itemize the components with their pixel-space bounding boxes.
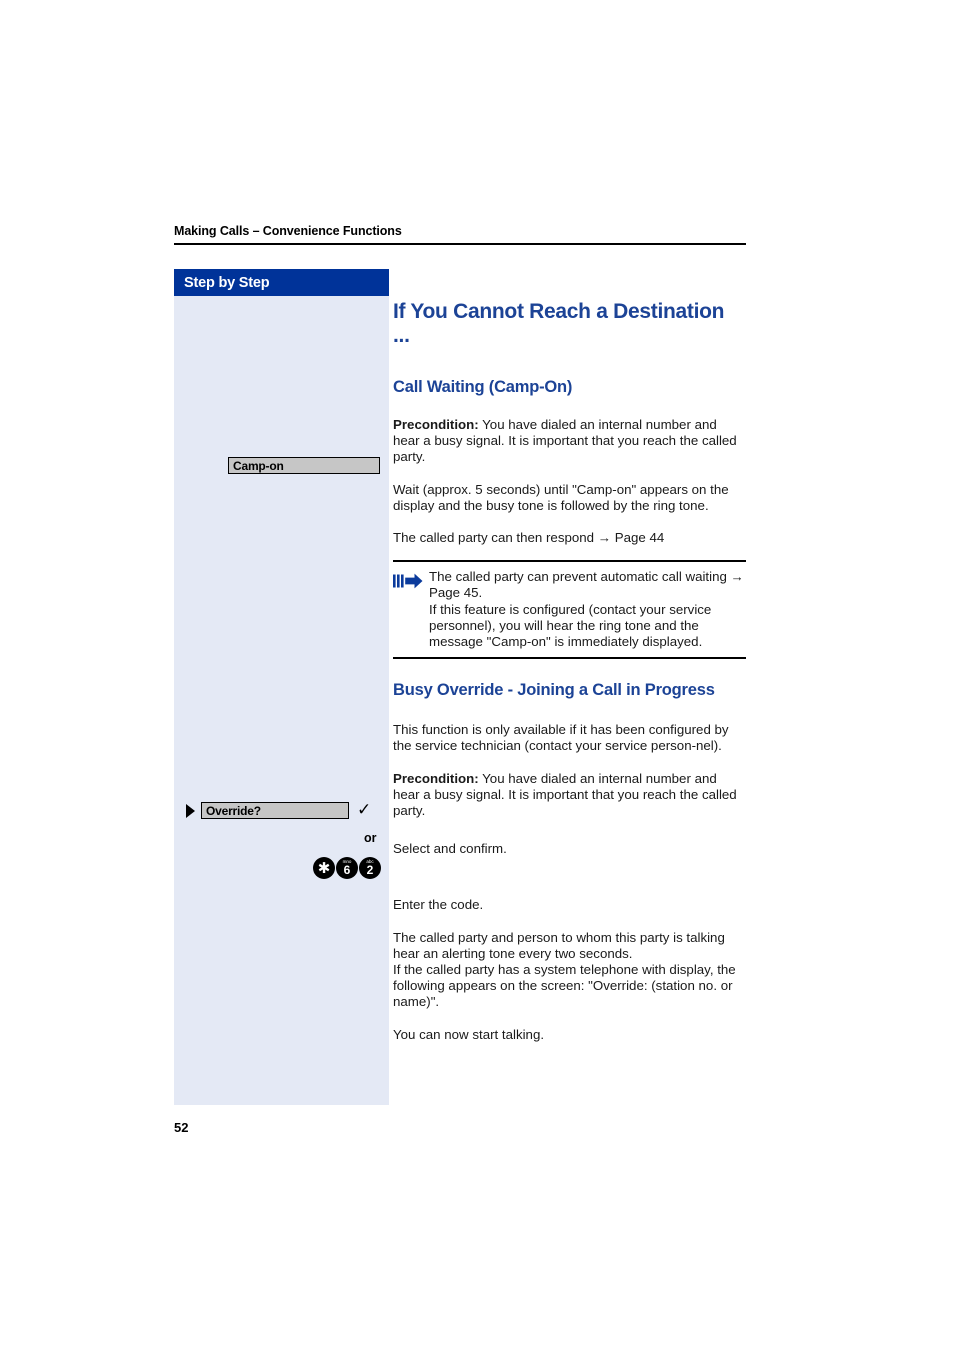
alerting-tone-paragraph: The called party and person to whom this… xyxy=(393,929,736,1010)
note-text: The called party can prevent automatic c… xyxy=(429,569,746,601)
respond-paragraph: The called party can then respond → Page… xyxy=(393,530,665,546)
display-box-camp-on[interactable]: Camp-on xyxy=(228,457,380,474)
precondition-paragraph-1: Precondition: You have dialed an interna… xyxy=(393,417,746,466)
or-label: or xyxy=(364,831,377,845)
availability-paragraph: This function is only available if it ha… xyxy=(393,722,729,754)
override-row: Override? ✓ xyxy=(186,802,371,819)
precondition-paragraph-2: Precondition: You have dialed an interna… xyxy=(393,771,746,820)
key-6-icon: mno 6 xyxy=(336,857,358,879)
select-confirm-paragraph: Select and confirm. xyxy=(393,841,507,857)
precondition-label-1: Precondition: xyxy=(393,417,479,432)
display-box-override[interactable]: Override? xyxy=(201,802,349,819)
start-talking-paragraph: You can now start talking. xyxy=(393,1026,545,1042)
key-6-main: 6 xyxy=(343,863,351,878)
note-paragraph-1: The called party can prevent automatic c… xyxy=(429,569,744,601)
page-title: If You Cannot Reach a Destination ... xyxy=(393,300,725,347)
running-head: Making Calls – Convenience Functions xyxy=(174,224,746,245)
main-content: If You Cannot Reach a Destination ... Ca… xyxy=(393,300,746,1059)
wait-paragraph: Wait (approx. 5 seconds) until "Camp-on"… xyxy=(393,481,729,513)
key-asterisk-icon: ✱ xyxy=(313,857,335,879)
running-head-text: Making Calls – Convenience Functions xyxy=(174,224,402,238)
enter-code-paragraph: Enter the code. xyxy=(393,897,484,913)
running-head-rule xyxy=(174,243,746,245)
key-asterisk-main: ✱ xyxy=(317,858,331,877)
note-block: The called party can prevent automatic c… xyxy=(393,560,746,660)
key-2-main: 2 xyxy=(366,863,374,878)
arrow-note-icon xyxy=(393,569,429,594)
step-by-step-sidebar: Step by Step Camp-on Override? ✓ or ✱ mn… xyxy=(174,269,389,1105)
note-paragraph-2: If this feature is configured (contact y… xyxy=(429,601,712,650)
note-row: The called party can prevent automatic c… xyxy=(393,569,746,601)
precondition-label-2: Precondition: xyxy=(393,770,479,786)
page-number: 52 xyxy=(174,1120,189,1135)
section-heading-busy-override: Busy Override - Joining a Call in Progre… xyxy=(393,681,715,700)
note-indent-wrap: If this feature is configured (contact y… xyxy=(393,602,746,651)
sidebar-title: Step by Step xyxy=(184,274,270,291)
sidebar-header: Step by Step xyxy=(174,269,389,296)
keypad-code-icons: ✱ mno 6 abc 2 xyxy=(313,857,382,879)
triangle-pointer-icon xyxy=(186,803,195,818)
section-heading-call-waiting: Call Waiting (Camp-On) xyxy=(393,378,573,396)
key-2-icon: abc 2 xyxy=(359,857,381,879)
checkmark-icon: ✓ xyxy=(357,800,372,820)
camp-on-row: Camp-on xyxy=(228,457,380,474)
